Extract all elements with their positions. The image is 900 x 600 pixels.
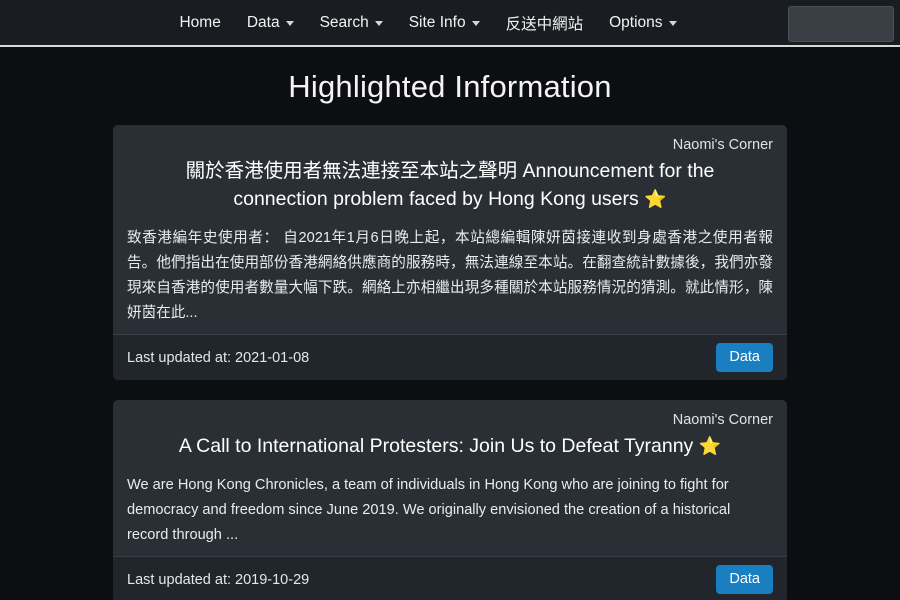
nav-item-label: Search bbox=[319, 13, 369, 31]
nav-item-label: Site Info bbox=[408, 13, 466, 31]
nav-item-label: Data bbox=[246, 13, 280, 31]
last-updated-label: Last updated at: 2019-10-29 bbox=[127, 571, 310, 588]
card-body: Naomi's Corner A Call to International P… bbox=[113, 400, 787, 556]
nav-item-label: Options bbox=[609, 13, 663, 31]
page-title-highlighted-information: Highlighted Information bbox=[288, 69, 612, 104]
chevron-down-icon bbox=[471, 21, 480, 26]
nav-item-site-info[interactable]: Site Info bbox=[396, 10, 493, 36]
nav-item-label: Home bbox=[179, 13, 221, 31]
card-excerpt: 致香港編年史使用者： 自2021年1月6日晚上起，本站總編輯陳妍茵接連收到身處香… bbox=[127, 229, 773, 322]
card-author: Naomi's Corner bbox=[672, 411, 773, 428]
card-title-text: 關於香港使用者無法連接至本站之聲明 Announcement for the c… bbox=[185, 160, 715, 211]
nav-item-options[interactable]: Options bbox=[596, 10, 689, 36]
page-content: Highlighted Information Naomi's Corner 關… bbox=[0, 47, 900, 600]
star-icon: ⭐ bbox=[644, 189, 667, 210]
nav-item-home[interactable]: Home bbox=[166, 10, 233, 36]
card-excerpt: We are Hong Kong Chronicles, a team of i… bbox=[127, 477, 731, 544]
star-icon: ⭐ bbox=[698, 436, 722, 457]
nav-item-anti-extradition-sites[interactable]: 反送中網站 bbox=[493, 8, 597, 38]
last-updated-label: Last updated at: 2021-01-08 bbox=[127, 349, 310, 366]
card-title-text: A Call to International Protesters: Join… bbox=[178, 435, 694, 458]
nav-item-data[interactable]: Data bbox=[234, 10, 307, 36]
data-button[interactable]: Data bbox=[716, 565, 773, 595]
top-navigation-bar: Home Data Search Site Info 反送中網站 Options bbox=[0, 0, 900, 47]
chevron-down-icon bbox=[668, 21, 677, 26]
nav-item-search[interactable]: Search bbox=[307, 10, 396, 36]
card-author: Naomi's Corner bbox=[672, 137, 773, 153]
card-footer: Last updated at: 2021-01-08 Data bbox=[113, 334, 787, 380]
nav-item-label: 反送中網站 bbox=[505, 15, 584, 33]
card-body: Naomi's Corner 關於香港使用者無法連接至本站之聲明 Announc… bbox=[113, 125, 787, 334]
data-button[interactable]: Data bbox=[716, 343, 773, 372]
highlighted-card: Naomi's Corner 關於香港使用者無法連接至本站之聲明 Announc… bbox=[113, 125, 787, 380]
card-title[interactable]: A Call to International Protesters: Join… bbox=[127, 433, 773, 461]
chevron-down-icon bbox=[374, 21, 383, 26]
nav-list: Home Data Search Site Info 反送中網站 Options bbox=[166, 8, 689, 38]
highlighted-card: Naomi's Corner A Call to International P… bbox=[113, 399, 787, 600]
card-footer: Last updated at: 2019-10-29 Data bbox=[113, 556, 787, 600]
navbar-right-control[interactable] bbox=[788, 6, 894, 42]
chevron-down-icon bbox=[285, 21, 294, 26]
card-title[interactable]: 關於香港使用者無法連接至本站之聲明 Announcement for the c… bbox=[127, 158, 773, 213]
